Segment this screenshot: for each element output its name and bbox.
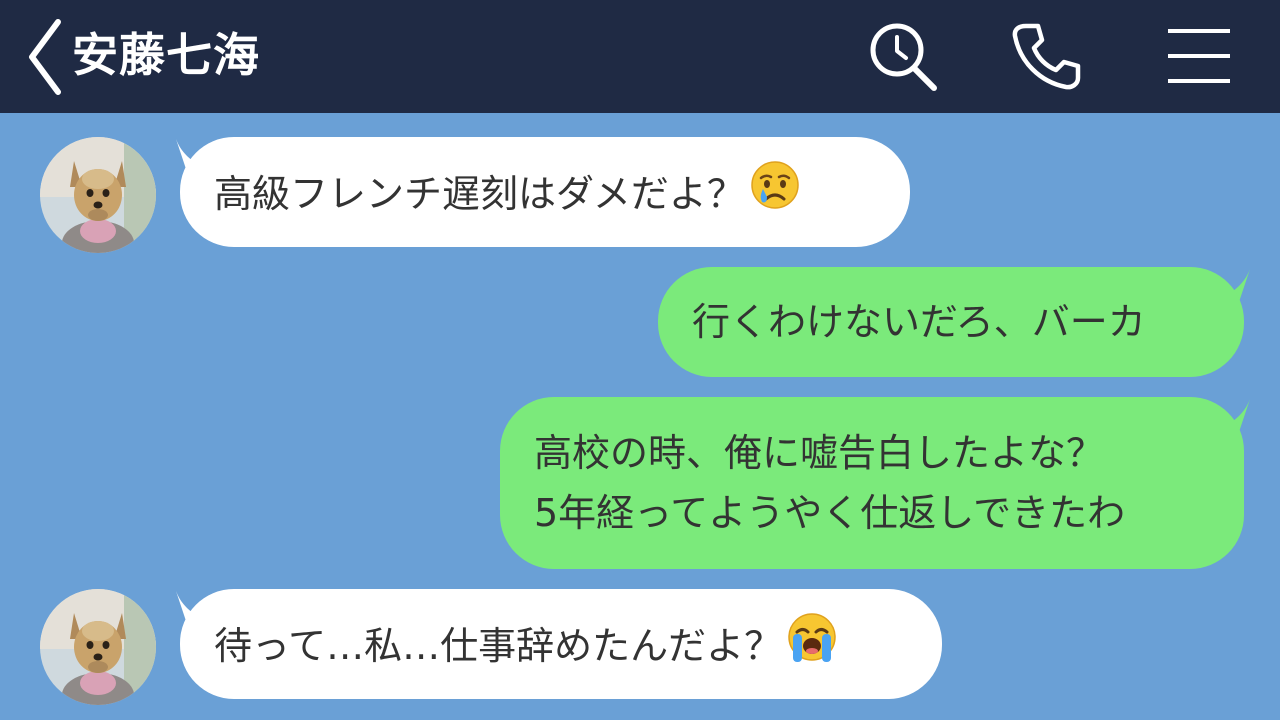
avatar[interactable] [40, 137, 156, 253]
chat-header: 安藤七海 [0, 0, 1280, 113]
message-bubble[interactable]: 高級フレンチ遅刻はダメだよ？ [180, 137, 910, 247]
chevron-left-icon [29, 19, 61, 95]
back-button[interactable] [22, 14, 74, 100]
menu-button[interactable] [1160, 18, 1236, 94]
message-bubble[interactable]: 行くわけないだろ、バーカ [658, 267, 1244, 377]
crying-face-icon [749, 159, 801, 228]
contact-name: 安藤七海 [72, 28, 260, 82]
dog-avatar-icon [40, 137, 156, 253]
dog-avatar-icon [40, 589, 156, 705]
message-text: 高級フレンチ遅刻はダメだよ？ [214, 161, 876, 222]
message-text-line: 5年経ってようやく仕返しできたわ [534, 491, 1126, 535]
call-button[interactable] [1008, 18, 1084, 94]
phone-icon [1012, 23, 1081, 90]
loudly-crying-face-icon [786, 611, 838, 680]
message-bubble[interactable]: 待って…私…仕事辞めたんだよ？ [180, 589, 942, 699]
chat-area[interactable]: 高級フレンチ遅刻はダメだよ？ 行くわけないだろ、バーカ 高校の時、俺に嘘告白した… [0, 113, 1280, 720]
message-text: 待って…私…仕事辞めたんだよ？ [214, 613, 908, 674]
avatar[interactable] [40, 589, 156, 705]
search-icon [870, 23, 937, 91]
message-text: 行くわけないだろ、バーカ [692, 300, 1146, 344]
search-button[interactable] [864, 18, 940, 94]
message-text-line: 高校の時、俺に嘘告白したよな？ [534, 431, 1105, 475]
message-bubble[interactable]: 高校の時、俺に嘘告白したよな？ 5年経ってようやく仕返しできたわ [500, 397, 1244, 569]
menu-icon [1168, 29, 1230, 83]
